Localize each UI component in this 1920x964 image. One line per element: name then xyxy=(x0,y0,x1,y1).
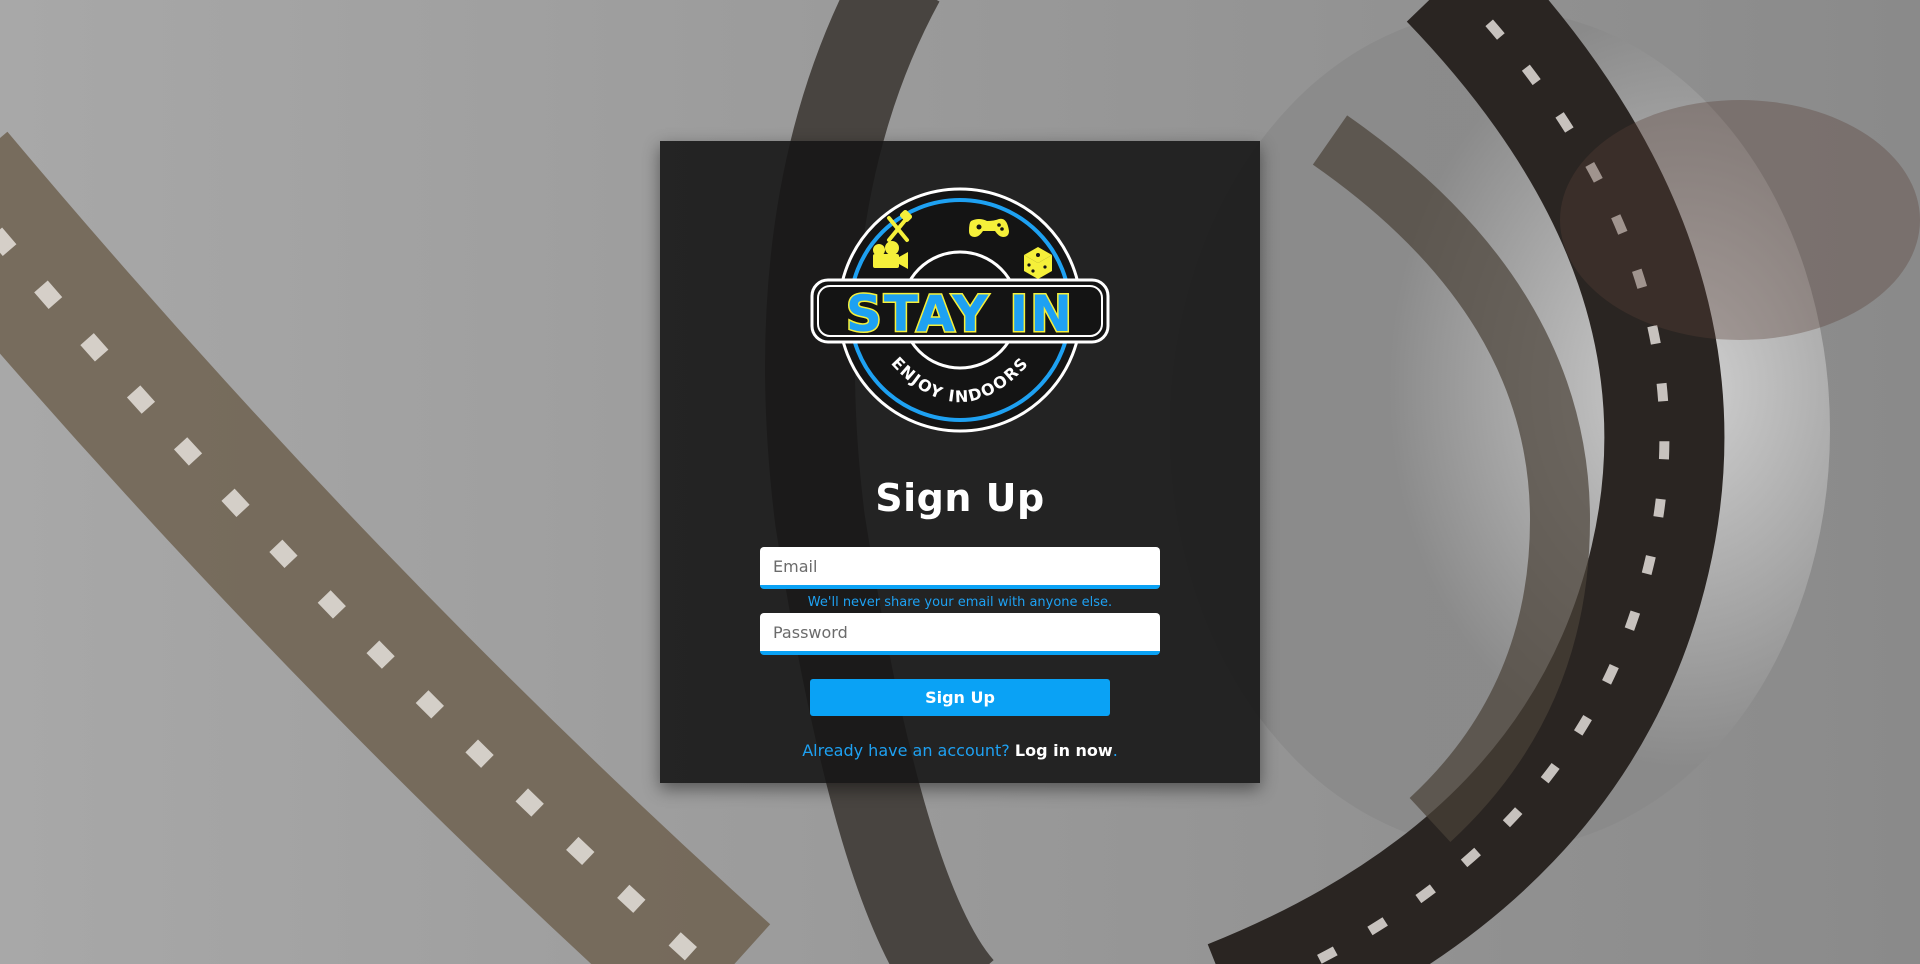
page-title: Sign Up xyxy=(875,476,1045,520)
login-period: . xyxy=(1112,741,1118,760)
email-field[interactable] xyxy=(760,547,1160,589)
logo-brand-text: STAY IN xyxy=(846,285,1074,343)
login-link[interactable]: Log in now xyxy=(1015,741,1113,760)
stay-in-logo: STAY IN ENJOY INDOORS xyxy=(810,187,1110,433)
login-prompt: Already have an account? Log in now. xyxy=(660,741,1260,760)
email-help-text: We'll never share your email with anyone… xyxy=(807,595,1113,610)
signup-card: STAY IN ENJOY INDOORS Sign Up Email We'l… xyxy=(660,141,1260,783)
login-question: Already have an account? xyxy=(802,741,1015,760)
password-field[interactable] xyxy=(760,613,1160,655)
sign-up-button[interactable]: Sign Up xyxy=(810,679,1110,716)
